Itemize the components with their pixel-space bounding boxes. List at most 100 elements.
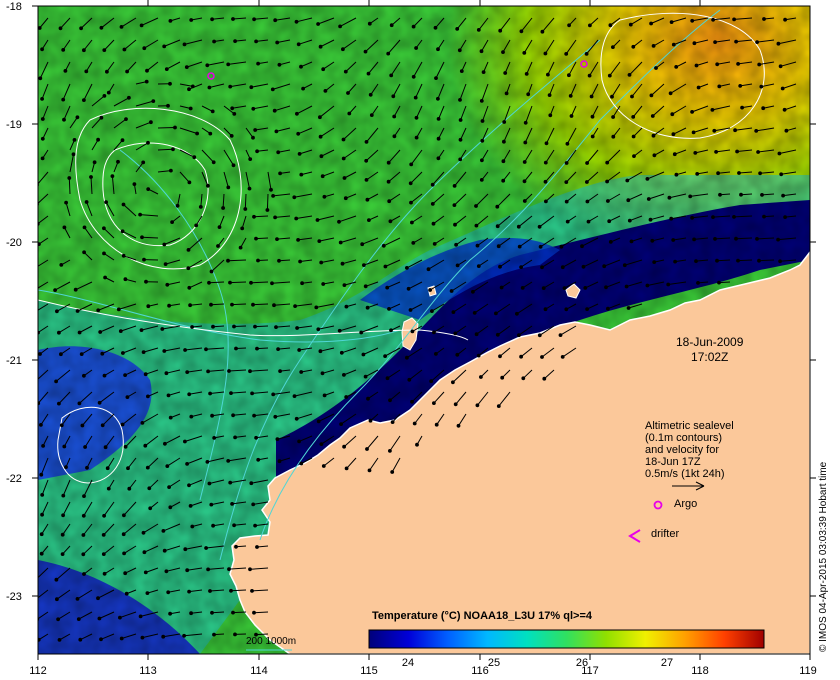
velocity-arrow-head [125, 395, 130, 400]
velocity-arrow-head [711, 215, 715, 220]
velocity-arrow-head [299, 370, 304, 374]
velocity-arrow-head [252, 610, 256, 615]
velocity-arrow-head [123, 373, 127, 378]
velocity-arrow-head [432, 401, 436, 406]
velocity-arrow-head [389, 328, 393, 333]
velocity-arrow-head [390, 420, 395, 425]
velocity-arrow-head [389, 23, 394, 28]
velocity-arrow-head [230, 302, 234, 307]
velocity-arrow-head [299, 64, 303, 69]
velocity-arrow [735, 237, 753, 240]
velocity-arrow-head [39, 532, 44, 537]
velocity-arrow-head [436, 156, 441, 161]
velocity-arrow-head [691, 130, 696, 135]
velocity-arrow-head [475, 243, 480, 248]
velocity-arrow-head [272, 303, 276, 308]
velocity-arrow-head [251, 135, 255, 140]
velocity-arrow-head [386, 51, 391, 56]
x-tick-label: 112 [29, 665, 47, 677]
velocity-arrow [157, 148, 174, 151]
velocity-arrow-head [667, 195, 672, 200]
velocity-arrow-head [141, 160, 146, 165]
velocity-arrow-head [271, 392, 276, 397]
velocity-arrow-head [40, 117, 45, 121]
velocity-arrow-head [405, 266, 409, 270]
velocity-arrow-head [315, 218, 320, 222]
velocity-arrow-head [524, 72, 529, 76]
velocity-arrow-head [297, 439, 302, 444]
velocity-arrow-head [339, 422, 344, 427]
velocity-arrow-head [102, 94, 107, 98]
velocity-arrow-head [206, 369, 211, 374]
velocity-arrow-head [519, 354, 523, 359]
velocity-arrow-head [277, 459, 282, 464]
velocity-arrow-head [160, 327, 165, 331]
velocity-arrow-head [173, 125, 177, 130]
velocity-arrow-head [142, 257, 146, 262]
velocity-arrow-head [453, 222, 457, 227]
velocity-arrow-head [540, 265, 544, 270]
velocity-arrow-head [585, 199, 590, 204]
velocity-arrow-head [364, 158, 369, 163]
velocity-arrow-head [189, 611, 194, 616]
velocity-arrow [758, 259, 775, 262]
velocity-arrow-head [388, 449, 392, 453]
velocity-arrow-head [249, 280, 253, 285]
velocity-arrow-head [126, 466, 130, 471]
velocity-arrow-head [141, 530, 146, 535]
velocity-arrow-head [138, 212, 143, 217]
velocity-arrow-head [779, 172, 784, 177]
legend-line: 18-Jun 17Z [645, 456, 701, 468]
velocity-arrow-head [367, 218, 371, 223]
velocity-arrow-head [629, 239, 634, 244]
velocity-arrow-head [40, 136, 45, 141]
velocity-arrow-head [383, 354, 388, 359]
velocity-arrow-head [366, 396, 370, 401]
velocity-arrow-head [481, 70, 486, 74]
velocity-arrow-head [240, 226, 245, 231]
velocity-arrow-head [106, 486, 111, 491]
velocity-arrow-head [252, 214, 256, 219]
velocity-arrow-head [248, 567, 252, 572]
velocity-arrow-head [715, 258, 719, 263]
velocity-arrow-head [738, 84, 743, 88]
velocity-arrow-head [228, 280, 232, 285]
velocity-arrow-head [608, 240, 613, 244]
velocity-arrow [231, 303, 247, 306]
velocity-arrow-head [710, 108, 715, 112]
x-tick-label: 119 [799, 665, 817, 677]
velocity-arrow-head [142, 550, 147, 555]
velocity-arrow-head [167, 303, 172, 308]
velocity-arrow-head [410, 399, 414, 404]
velocity-arrow-head [84, 200, 89, 204]
velocity-arrow-head [102, 513, 106, 518]
velocity-arrow-head [759, 84, 764, 89]
velocity-arrow-head [522, 179, 527, 184]
velocity-arrow-head [317, 239, 322, 244]
velocity-arrow-head [318, 349, 323, 354]
velocity-arrow-head [630, 94, 634, 99]
velocity-arrow-head [234, 346, 238, 351]
velocity-arrow-head [688, 194, 693, 199]
velocity-arrow-head [57, 638, 62, 642]
velocity-arrow-head [100, 351, 105, 356]
velocity-arrow-head [426, 267, 431, 272]
date-line: 18-Jun-2009 [676, 335, 744, 349]
velocity-arrow-head [38, 598, 39, 600]
velocity-arrow-head [495, 204, 500, 209]
velocity-arrow-head [126, 95, 131, 100]
velocity-arrow-head [161, 634, 166, 639]
velocity-arrow-head [77, 330, 82, 335]
velocity-arrow-head [538, 244, 543, 249]
velocity-arrow-head [185, 370, 190, 375]
velocity-arrow-head [231, 413, 236, 418]
velocity-arrow [252, 303, 269, 306]
velocity-arrow-head [391, 94, 396, 99]
velocity-arrow-head [54, 379, 58, 384]
velocity-arrow-head [631, 134, 636, 139]
velocity-arrow-head [163, 441, 167, 446]
velocity-arrow-head [337, 328, 342, 333]
velocity-arrow-head [85, 465, 89, 470]
velocity-arrow-head [207, 481, 212, 486]
velocity-arrow-head [321, 464, 326, 468]
